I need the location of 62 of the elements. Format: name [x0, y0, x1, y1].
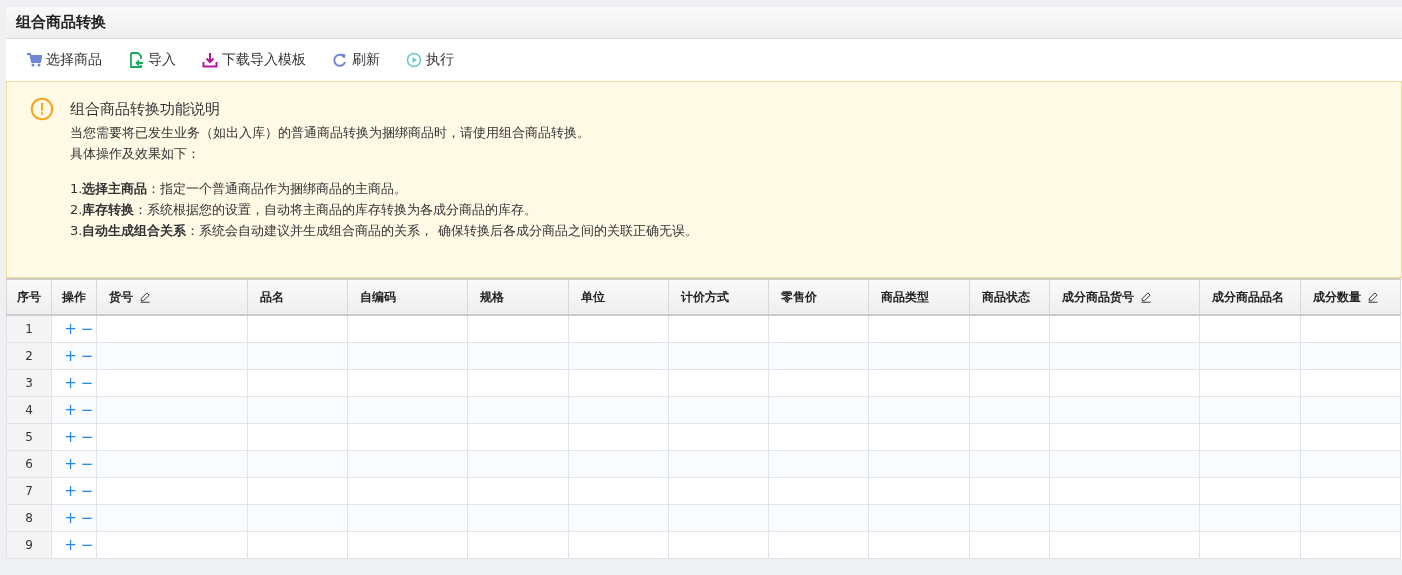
column-header: 货号 [96, 279, 248, 315]
add-row-button[interactable]: + [64, 535, 77, 554]
row-number: 5 [6, 423, 52, 450]
add-row-button[interactable]: + [64, 427, 77, 446]
download-icon [202, 52, 218, 68]
column-header: 序号 [6, 279, 52, 315]
remove-row-button[interactable]: − [80, 427, 94, 446]
add-row-button[interactable]: + [64, 346, 77, 365]
row-number: 8 [6, 504, 52, 531]
file-arrow-icon [128, 52, 144, 68]
refresh-icon [332, 52, 348, 68]
column-header: 零售价 [768, 279, 869, 315]
notice-text: 当您需要将已发生业务（如出入库）的普通商品转换为捆绑商品时，请使用组合商品转换。 [70, 124, 591, 142]
column-header: 操作 [51, 279, 97, 315]
remove-row-button[interactable]: − [80, 400, 94, 419]
column-header: 自编码 [347, 279, 468, 315]
column-header: 商品状态 [969, 279, 1050, 315]
row-number: 1 [6, 315, 52, 342]
remove-row-button[interactable]: − [80, 481, 94, 500]
toolbar-button[interactable]: 执行 [402, 47, 458, 73]
pencil-icon [1139, 291, 1152, 303]
cart-icon [26, 52, 42, 68]
row-number: 3 [6, 369, 52, 396]
row-number: 2 [6, 342, 52, 369]
remove-row-button[interactable]: − [80, 454, 94, 473]
add-row-button[interactable]: + [64, 454, 77, 473]
notice-text: 具体操作及效果如下： [70, 145, 201, 163]
toolbar-button[interactable]: 选择商品 [22, 47, 106, 73]
remove-row-button[interactable]: − [80, 508, 94, 527]
page-title: 组合商品转换 [6, 7, 1402, 39]
notice-step: 2.库存转换：系统根据您的设置，自动将主商品的库存转换为各成分商品的库存。 [70, 199, 698, 220]
column-header: 计价方式 [668, 279, 769, 315]
remove-row-button[interactable]: − [80, 373, 94, 392]
remove-row-button[interactable]: − [80, 535, 94, 554]
row-number: 6 [6, 450, 52, 477]
column-header: 成分数量 [1300, 279, 1401, 315]
add-row-button[interactable]: + [64, 400, 77, 419]
play-icon [406, 52, 422, 68]
notice-title: 组合商品转换功能说明 [70, 99, 221, 120]
column-header: 成分商品货号 [1049, 279, 1200, 315]
pencil-icon [1366, 291, 1379, 303]
toolbar-button[interactable]: 刷新 [328, 47, 384, 73]
column-header: 商品类型 [868, 279, 970, 315]
add-row-button[interactable]: + [64, 508, 77, 527]
remove-row-button[interactable]: − [80, 346, 94, 365]
notice-step: 3.自动生成组合关系：系统会自动建议并生成组合商品的关系， 确保转换后各成分商品之间的关联正确无误。 [70, 220, 698, 241]
row-number: 9 [6, 531, 52, 558]
remove-row-button[interactable]: − [80, 319, 94, 338]
row-number: 4 [6, 396, 52, 423]
column-header: 规格 [467, 279, 569, 315]
add-row-button[interactable]: + [64, 481, 77, 500]
row-number: 7 [6, 477, 52, 504]
column-header: 单位 [568, 279, 669, 315]
warning-icon [30, 97, 54, 121]
toolbar-button[interactable]: 下载导入模板 [198, 47, 310, 73]
column-header: 品名 [247, 279, 348, 315]
add-row-button[interactable]: + [64, 373, 77, 392]
column-header: 成分商品品名 [1199, 279, 1301, 315]
notice-step: 1.选择主商品：指定一个普通商品作为捆绑商品的主商品。 [70, 178, 698, 199]
pencil-icon [139, 291, 152, 303]
add-row-button[interactable]: + [64, 319, 77, 338]
toolbar-button[interactable]: 导入 [124, 47, 180, 73]
